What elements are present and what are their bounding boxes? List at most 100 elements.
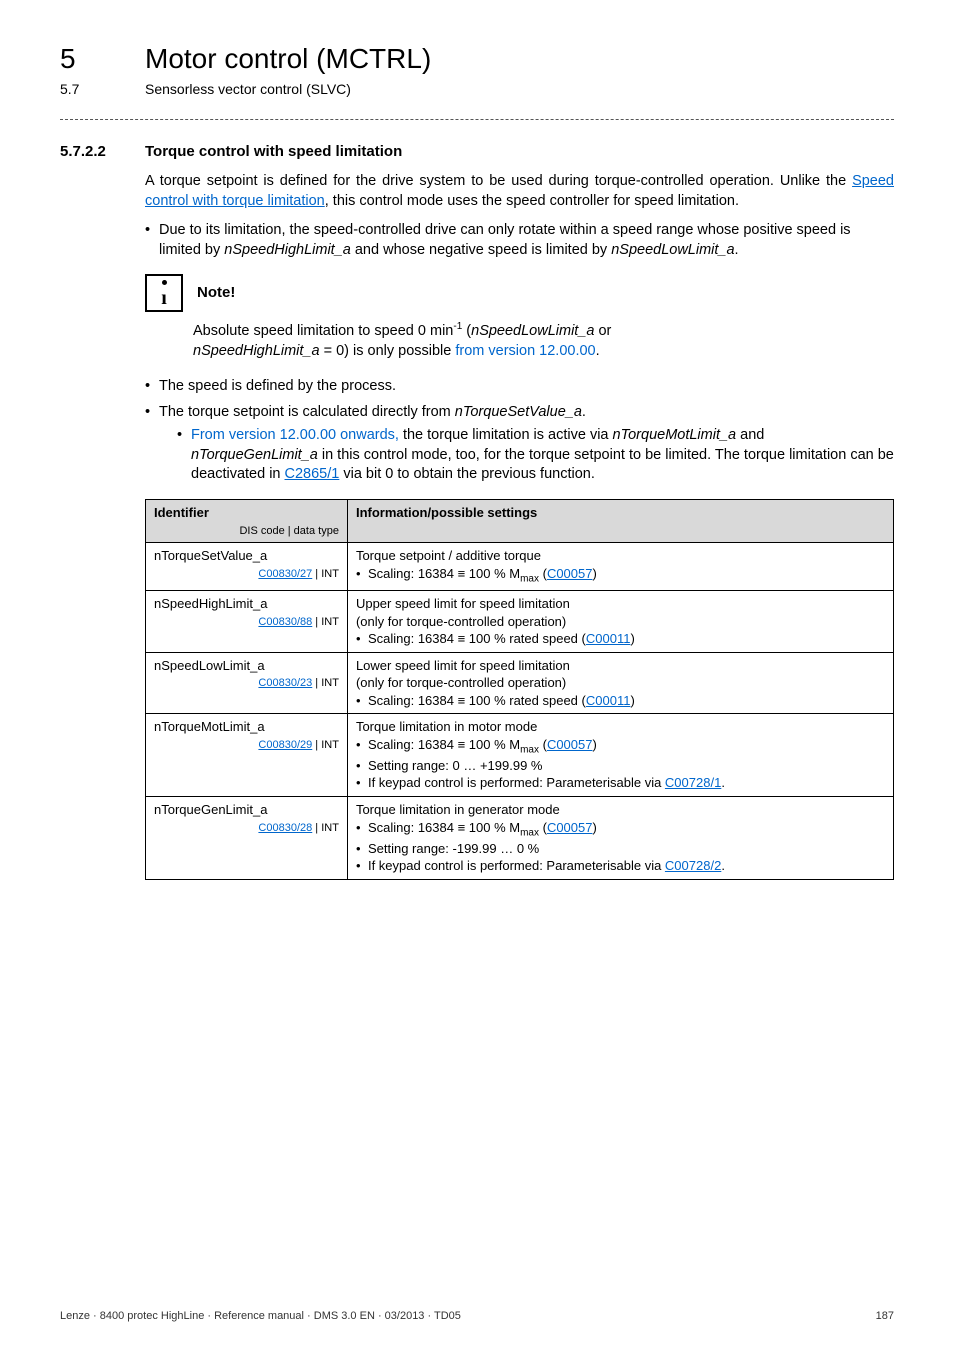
note-i2: nSpeedHighLimit_a xyxy=(193,343,320,359)
post-sub-1: From version 12.00.00 onwards, the torqu… xyxy=(177,426,894,485)
info-subtitle: (only for torque-controlled operation) xyxy=(356,613,885,631)
param-link[interactable]: C00728/2 xyxy=(665,858,721,873)
bullet-pre: Scaling: 16384 ≡ 100 % M xyxy=(368,566,520,581)
pb2-end: . xyxy=(582,404,586,420)
bullet-pre: Scaling: 16384 ≡ 100 % M xyxy=(368,820,520,835)
identifier-name: nTorqueSetValue_a xyxy=(154,548,267,563)
info-title: Lower speed limit for speed limitation xyxy=(356,657,885,675)
b1-ident2: nSpeedLowLimit_a xyxy=(611,242,734,258)
info-bullets: Scaling: 16384 ≡ 100 % Mmax (C00057) xyxy=(356,565,885,586)
dis-code-link[interactable]: C00830/88 xyxy=(258,616,312,628)
param-link[interactable]: C00011 xyxy=(586,631,631,646)
post-bullet-1: The speed is defined by the process. xyxy=(145,377,894,397)
data-type: | INT xyxy=(312,822,339,834)
section-title: Torque control with speed limitation xyxy=(145,142,402,162)
info-bullet: Scaling: 16384 ≡ 100 % rated speed (C000… xyxy=(356,692,885,710)
note-l2-end: . xyxy=(596,343,600,359)
sub-header: 5.7 Sensorless vector control (SLVC) xyxy=(60,80,894,99)
info-bullet: If keypad control is performed: Paramete… xyxy=(356,774,885,792)
intro-text-pre: A torque setpoint is defined for the dri… xyxy=(145,173,852,189)
info-cell: Lower speed limit for speed limitation(o… xyxy=(347,652,893,714)
intro-bullets: Due to its limitation, the speed-control… xyxy=(145,221,894,260)
param-link[interactable]: C00057 xyxy=(547,566,593,581)
table-row: nSpeedLowLimit_aC00830/23 | INTLower spe… xyxy=(146,652,894,714)
identifier-cell: nTorqueMotLimit_a C00830/29 | INT xyxy=(146,714,348,797)
page-header: 5 Motor control (MCTRL) xyxy=(60,40,894,78)
dis-code-link[interactable]: C00830/28 xyxy=(258,822,312,834)
identifier-name: nTorqueGenLimit_a xyxy=(154,802,267,817)
info-bullet: Scaling: 16384 ≡ 100 % Mmax (C00057) xyxy=(356,819,885,840)
ps-m1: and xyxy=(736,427,764,443)
info-cell: Torque limitation in generator modeScali… xyxy=(347,797,893,880)
bullet-close: ) xyxy=(592,566,596,581)
info-bullet: Scaling: 16384 ≡ 100 % rated speed (C000… xyxy=(356,630,885,648)
table-row: nSpeedHighLimit_aC00830/88 | INTUpper sp… xyxy=(146,590,894,652)
bullet-pre: Scaling: 16384 ≡ 100 % rated speed ( xyxy=(368,693,586,708)
data-type: | INT xyxy=(312,568,339,580)
bullet-pre: If keypad control is performed: Paramete… xyxy=(368,858,665,873)
dis-code-link[interactable]: C00830/29 xyxy=(258,739,312,751)
info-title: Torque limitation in generator mode xyxy=(356,801,885,819)
param-link[interactable]: C00057 xyxy=(547,737,593,752)
post-note-bullets: The speed is defined by the process. The… xyxy=(145,377,894,485)
divider xyxy=(60,119,894,120)
table-row: nTorqueMotLimit_aC00830/29 | INTTorque l… xyxy=(146,714,894,797)
th-left-label: Identifier xyxy=(154,505,209,520)
note-text: Absolute speed limitation to speed 0 min… xyxy=(193,320,894,361)
version-link[interactable]: from version 12.00.00 xyxy=(455,343,595,359)
dis-code-link[interactable]: C00830/23 xyxy=(258,677,312,689)
identifier-name: nTorqueMotLimit_a xyxy=(154,719,265,734)
th-left-sub: DIS code | data type xyxy=(154,524,339,539)
identifier-cell: nTorqueSetValue_a C00830/27 | INT xyxy=(146,543,348,591)
bullet-pre: Scaling: 16384 ≡ 100 % rated speed ( xyxy=(368,631,586,646)
note-l1-mid: or xyxy=(594,323,611,339)
note-label: Note! xyxy=(197,283,235,303)
bullet-close: . xyxy=(721,858,725,873)
pb2-i: nTorqueSetValue_a xyxy=(455,404,582,420)
note-sup: -1 xyxy=(453,321,462,332)
info-title: Upper speed limit for speed limitation xyxy=(356,595,885,613)
data-type: | INT xyxy=(312,739,339,751)
bullet-open: ( xyxy=(539,737,547,752)
dis-code-link[interactable]: C00830/27 xyxy=(258,568,312,580)
b1-mid: and whose negative speed is limited by xyxy=(351,242,611,258)
data-type: | INT xyxy=(312,677,339,689)
bullet-subscript: max xyxy=(520,573,539,584)
bullet-open: ( xyxy=(539,566,547,581)
version-onwards-link[interactable]: From version 12.00.00 onwards, xyxy=(191,427,399,443)
table-header-row: Identifier DIS code | data type Informat… xyxy=(146,499,894,542)
info-cell: Torque setpoint / additive torqueScaling… xyxy=(347,543,893,591)
info-subtitle: (only for torque-controlled operation) xyxy=(356,674,885,692)
info-bullets: Scaling: 16384 ≡ 100 % rated speed (C000… xyxy=(356,692,885,710)
bullet-open: ( xyxy=(539,820,547,835)
info-bullet: Scaling: 16384 ≡ 100 % Mmax (C00057) xyxy=(356,565,885,586)
identifier-subline: C00830/27 | INT xyxy=(154,567,339,582)
identifier-subline: C00830/23 | INT xyxy=(154,676,339,691)
parameter-table: Identifier DIS code | data type Informat… xyxy=(145,499,894,880)
note-box: ı Note! Absolute speed limitation to spe… xyxy=(145,274,894,361)
bullet-pre: If keypad control is performed: Paramete… xyxy=(368,775,665,790)
note-open: ( xyxy=(462,323,471,339)
info-bullet: Scaling: 16384 ≡ 100 % Mmax (C00057) xyxy=(356,736,885,757)
param-link[interactable]: C00728/1 xyxy=(665,775,721,790)
bullet-subscript: max xyxy=(520,744,539,755)
pb2-pre: The torque setpoint is calculated direct… xyxy=(159,404,455,420)
info-bullet: Setting range: 0 … +199.99 % xyxy=(356,757,885,775)
param-link[interactable]: C00057 xyxy=(547,820,593,835)
info-bullets: Scaling: 16384 ≡ 100 % Mmax (C00057)Sett… xyxy=(356,819,885,875)
footer-left: Lenze · 8400 protec HighLine · Reference… xyxy=(60,1309,461,1324)
param-link[interactable]: C00011 xyxy=(586,693,631,708)
info-icon: ı xyxy=(145,274,183,312)
ps-i1: nTorqueMotLimit_a xyxy=(613,427,737,443)
c2865-link[interactable]: C2865/1 xyxy=(285,466,340,482)
sub-title: Sensorless vector control (SLVC) xyxy=(145,80,351,99)
identifier-cell: nTorqueGenLimit_a C00830/28 | INT xyxy=(146,797,348,880)
table-row: nTorqueSetValue_a C00830/27 | INT Torque s… xyxy=(146,543,894,591)
intro-paragraph: A torque setpoint is defined for the dri… xyxy=(145,172,894,211)
info-title: Torque setpoint / additive torque xyxy=(356,547,885,565)
ps-end: via bit 0 to obtain the previous functio… xyxy=(339,466,595,482)
bullet-close: ) xyxy=(592,737,596,752)
note-head: ı Note! xyxy=(145,274,894,312)
identifier-subline: C00830/28 | INT xyxy=(154,821,339,836)
th-info: Information/possible settings xyxy=(347,499,893,542)
